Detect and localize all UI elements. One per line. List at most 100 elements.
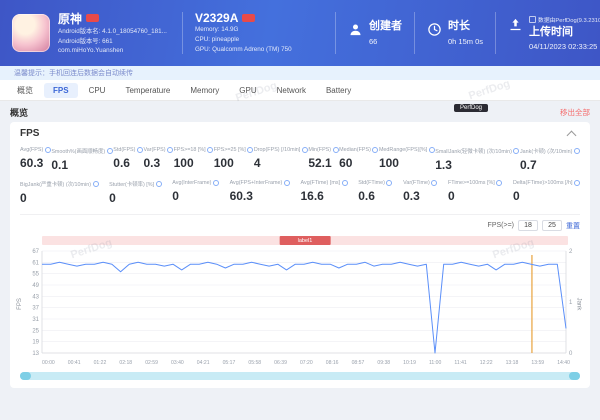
upload-value: 04/11/2023 02:33:25 bbox=[529, 42, 600, 51]
fps-card-head: FPS bbox=[20, 128, 580, 139]
x-tick-label: 11:00 bbox=[429, 360, 441, 366]
metric: Min(FPS)52.1 bbox=[308, 147, 338, 172]
svg-text:37: 37 bbox=[32, 306, 39, 312]
info-icon[interactable] bbox=[93, 181, 99, 187]
metric: Avg(FTime) [ms]16.6 bbox=[301, 180, 348, 205]
app-block: 原神 Android版本名: 4.1.0_18054760_181... And… bbox=[12, 10, 170, 56]
device-block: V2329A Memory: 14.9G CPU: pineapple GPU:… bbox=[195, 11, 323, 54]
svg-text:1: 1 bbox=[569, 300, 573, 306]
fps-threshold-input-1[interactable] bbox=[518, 220, 538, 231]
info-icon[interactable] bbox=[137, 147, 143, 153]
metric-value: 100 bbox=[379, 156, 435, 170]
metric-label: Avg(FTime) [ms] bbox=[301, 180, 348, 186]
annotation-label[interactable]: label1 bbox=[280, 236, 331, 245]
creator-block: 创建者 66 bbox=[348, 20, 402, 45]
metric-value: 0 bbox=[109, 191, 161, 205]
info-icon[interactable] bbox=[496, 180, 502, 186]
metric-label: FPS>=25 [%] bbox=[214, 147, 254, 153]
x-tick-label: 09:38 bbox=[377, 360, 390, 366]
info-icon[interactable] bbox=[372, 147, 378, 153]
info-icon[interactable] bbox=[431, 180, 437, 186]
info-icon[interactable] bbox=[386, 180, 392, 186]
x-tick-label: 14:40 bbox=[557, 360, 570, 366]
chart-range-scrollbar[interactable] bbox=[20, 372, 580, 380]
user-icon bbox=[348, 22, 363, 37]
info-icon[interactable] bbox=[302, 147, 308, 153]
tab-GPU[interactable]: GPU bbox=[230, 83, 265, 98]
metric-value: 4 bbox=[254, 156, 308, 170]
checkbox-icon bbox=[529, 16, 536, 23]
remove-all-link[interactable]: 移出全部 bbox=[560, 107, 590, 118]
collapse-chevron-icon[interactable] bbox=[567, 130, 577, 140]
metric: Stutter(卡顿率) [%]0 bbox=[109, 180, 161, 205]
metric-label: SmallJank(轻微卡顿) (次/10min) bbox=[435, 147, 519, 155]
clock-icon bbox=[427, 22, 442, 37]
svg-text:19: 19 bbox=[32, 340, 39, 346]
header-divider bbox=[335, 12, 336, 54]
metric: FPS>=25 [%] 100 bbox=[214, 147, 254, 172]
metric: FPS>=18 [%]100 bbox=[174, 147, 214, 172]
info-icon[interactable] bbox=[167, 147, 173, 153]
metric-value: 0.6 bbox=[358, 189, 392, 203]
metric-value: 52.1 bbox=[308, 156, 338, 170]
fps-threshold-input-2[interactable] bbox=[542, 220, 562, 231]
x-tick-label: 08:57 bbox=[352, 360, 365, 366]
fps-card: FPS Avg(FPS)60.3Smooth%(画面顺畅度)0.1Std(FPS… bbox=[10, 122, 590, 388]
metric-value: 0.6 bbox=[113, 156, 143, 170]
info-icon[interactable] bbox=[333, 147, 339, 153]
x-tick-label: 08:16 bbox=[326, 360, 339, 366]
metric: MedRange(FPS)[%]100 bbox=[379, 147, 435, 172]
app-icon bbox=[12, 14, 50, 52]
info-icon[interactable] bbox=[429, 147, 435, 153]
scrollbar-left-handle[interactable] bbox=[20, 372, 31, 380]
info-icon[interactable] bbox=[513, 148, 519, 154]
info-icon[interactable] bbox=[247, 147, 253, 153]
tab-CPU[interactable]: CPU bbox=[80, 83, 115, 98]
info-icon[interactable] bbox=[207, 147, 213, 153]
info-icon[interactable] bbox=[45, 147, 51, 153]
metric-value: 0.7 bbox=[520, 158, 580, 172]
info-icon[interactable] bbox=[156, 181, 162, 187]
svg-text:25: 25 bbox=[32, 328, 39, 334]
info-icon[interactable] bbox=[213, 180, 219, 186]
info-icon[interactable] bbox=[574, 148, 580, 154]
metric: Smooth%(画面顺畅度)0.1 bbox=[51, 147, 112, 172]
tab-FPS[interactable]: FPS bbox=[44, 83, 78, 98]
tab-Battery[interactable]: Battery bbox=[317, 83, 360, 98]
svg-text:31: 31 bbox=[32, 317, 39, 323]
info-icon[interactable] bbox=[107, 148, 113, 154]
metric: Median(FPS) 60 bbox=[339, 147, 378, 172]
metric-label: Var(FPS) bbox=[144, 147, 174, 153]
metric: BigJank(严重卡顿) (次/10min)0 bbox=[20, 180, 99, 205]
tab-Network[interactable]: Network bbox=[268, 83, 315, 98]
metric-label: FTime>=100ms [%] bbox=[448, 180, 502, 186]
metric-value: 100 bbox=[214, 156, 254, 170]
info-icon[interactable] bbox=[342, 180, 348, 186]
scrollbar-right-handle[interactable] bbox=[569, 372, 580, 380]
fps-line-chart[interactable]: 67615549433731251913210 bbox=[20, 247, 580, 359]
divider bbox=[20, 214, 580, 215]
header: 原神 Android版本名: 4.1.0_18054760_181... And… bbox=[0, 0, 600, 66]
tab-概览[interactable]: 概览 bbox=[8, 82, 42, 99]
x-tick-label: 00:00 bbox=[42, 360, 55, 366]
svg-text:61: 61 bbox=[32, 260, 39, 266]
info-icon[interactable] bbox=[284, 180, 290, 186]
info-icon[interactable] bbox=[574, 180, 580, 186]
metric-label: Avg(FPS) bbox=[20, 147, 51, 153]
fps-threshold-label: FPS(>=) bbox=[488, 222, 514, 229]
tab-Temperature[interactable]: Temperature bbox=[116, 83, 179, 98]
metric: Var(FPS)0.3 bbox=[144, 147, 174, 172]
duration-label: 时长 bbox=[448, 20, 483, 32]
reset-link[interactable]: 重置 bbox=[566, 221, 580, 231]
metric-value: 0 bbox=[20, 191, 99, 205]
metric-value: 60 bbox=[339, 156, 378, 170]
metric: Jank(卡顿) (次/10min)0.7 bbox=[520, 147, 580, 172]
tab-Memory[interactable]: Memory bbox=[181, 83, 228, 98]
metric-value: 0 bbox=[513, 189, 580, 203]
x-tick-label: 06:39 bbox=[274, 360, 287, 366]
metric: Std(FPS)0.6 bbox=[113, 147, 143, 172]
metric-label: Avg(InterFrame) bbox=[172, 180, 219, 186]
metric-label: Median(FPS) bbox=[339, 147, 378, 153]
device-name: V2329A bbox=[195, 11, 238, 25]
annotation-band[interactable]: label1 bbox=[42, 236, 568, 245]
